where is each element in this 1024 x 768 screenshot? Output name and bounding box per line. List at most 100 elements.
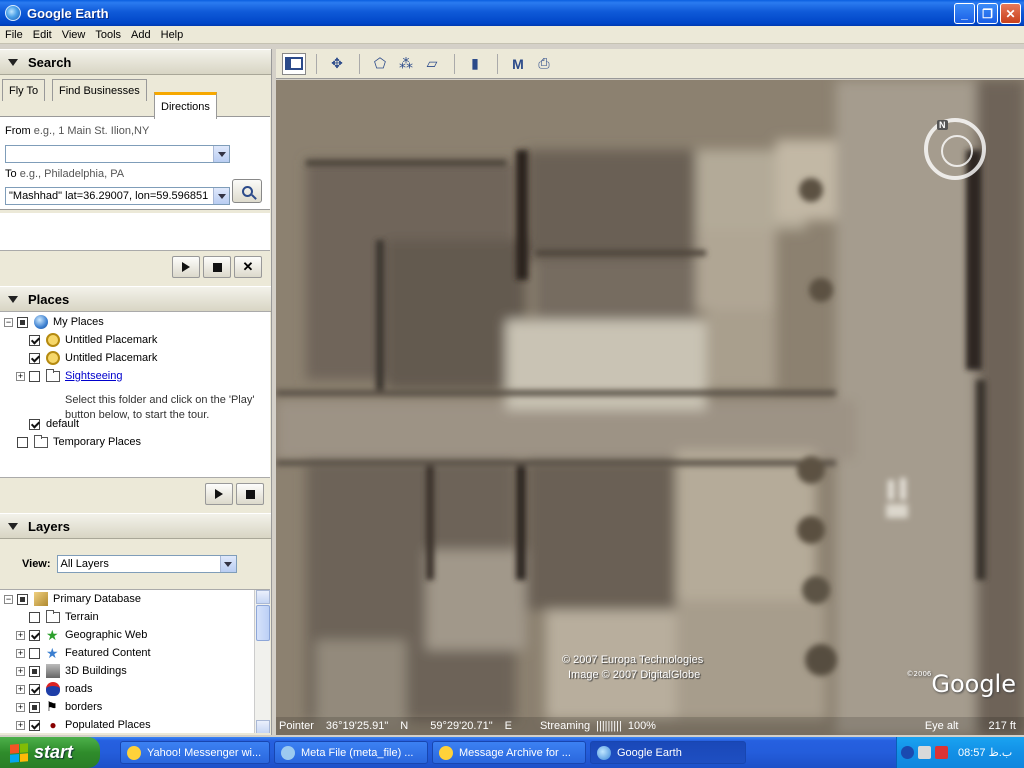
tree-label: Untitled Placemark <box>65 352 158 364</box>
from-dropdown-button[interactable] <box>213 146 229 162</box>
ruler-button[interactable]: ▮ <box>463 53 487 75</box>
scroll-up-arrow[interactable] <box>256 590 270 604</box>
print-button[interactable]: ⎙ <box>532 53 556 75</box>
tree-item-placemark-1[interactable]: Untitled Placemark <box>29 331 157 349</box>
navigation-compass[interactable]: N <box>924 118 986 180</box>
search-results[interactable] <box>0 213 270 251</box>
layer-terrain[interactable]: Terrain <box>29 608 99 626</box>
expand-icon[interactable]: + <box>16 371 25 381</box>
browser-icon <box>281 745 295 760</box>
to-label: To <box>5 168 17 180</box>
layer-geographic-web[interactable]: + ★ Geographic Web <box>16 626 147 644</box>
scroll-down-arrow[interactable] <box>256 720 270 733</box>
tree-item-my-places[interactable]: − My Places <box>4 313 104 331</box>
checkbox[interactable] <box>29 611 40 623</box>
search-panel-header[interactable]: Search <box>0 49 271 75</box>
path-icon: ⁂ <box>399 55 413 71</box>
to-input[interactable]: "Mashhad" lat=36.29007, lon=59.596851 <box>5 187 230 205</box>
minimize-button[interactable]: _ <box>954 3 975 24</box>
stop-tour-button[interactable] <box>236 483 264 505</box>
play-button[interactable] <box>172 256 200 278</box>
start-button[interactable]: start <box>0 737 100 768</box>
tray-antivirus-icon[interactable] <box>935 746 948 759</box>
checkbox[interactable] <box>17 436 28 448</box>
search-go-button[interactable] <box>232 179 262 203</box>
add-polygon-button[interactable]: ⬠ <box>368 53 392 75</box>
menu-tools[interactable]: Tools <box>90 29 126 41</box>
expand-icon[interactable]: + <box>16 630 25 640</box>
tray-network-icon[interactable] <box>918 746 931 759</box>
expand-icon[interactable]: + <box>16 666 25 676</box>
tray-arrow-icon[interactable] <box>901 746 914 759</box>
expand-icon[interactable]: + <box>16 684 25 694</box>
database-icon <box>34 592 48 606</box>
tab-directions[interactable]: Directions <box>154 92 217 119</box>
layer-borders[interactable]: + ⚑ borders <box>16 698 102 716</box>
expand-icon[interactable]: + <box>16 648 25 658</box>
close-button[interactable]: ✕ <box>1000 3 1021 24</box>
layer-featured-content[interactable]: + ★ Featured Content <box>16 644 151 662</box>
play-tour-button[interactable] <box>205 483 233 505</box>
stop-button[interactable] <box>203 256 231 278</box>
checkbox[interactable] <box>29 418 40 430</box>
layer-3d-buildings[interactable]: + 3D Buildings <box>16 662 127 680</box>
checkbox[interactable] <box>29 719 40 731</box>
menu-file[interactable]: File <box>0 29 28 41</box>
collapse-icon[interactable]: − <box>4 594 13 604</box>
menu-help[interactable]: Help <box>156 29 189 41</box>
task-google-earth[interactable]: Google Earth <box>590 741 746 764</box>
checkbox[interactable] <box>29 665 40 677</box>
places-panel-header[interactable]: Places <box>0 286 271 312</box>
maximize-button[interactable]: ❐ <box>977 3 998 24</box>
sidebar-toggle-button[interactable] <box>282 52 306 75</box>
menu-bar: File Edit View Tools Add Help <box>0 26 1024 44</box>
checkbox[interactable] <box>29 701 40 713</box>
tab-fly-to[interactable]: Fly To <box>2 79 46 101</box>
to-label-row: To e.g., Philadelphia, PA <box>5 168 124 180</box>
view-dropdown-button[interactable] <box>219 556 236 572</box>
sightseeing-link[interactable]: Sightseeing <box>65 370 123 382</box>
checkbox[interactable] <box>29 334 40 346</box>
clear-button[interactable]: ✕ <box>234 256 262 278</box>
add-placemark-button[interactable]: ✥ <box>325 53 349 75</box>
layer-roads[interactable]: + roads <box>16 680 93 698</box>
expand-icon[interactable]: + <box>16 702 25 712</box>
tree-item-temporary-places[interactable]: Temporary Places <box>17 433 141 451</box>
layer-populated-places[interactable]: + ● Populated Places <box>16 716 151 734</box>
tab-find-businesses[interactable]: Find Businesses <box>52 79 147 101</box>
layer-label: Populated Places <box>65 719 151 731</box>
star-icon: ★ <box>46 645 59 661</box>
add-overlay-button[interactable]: ▱ <box>420 53 444 75</box>
menu-view[interactable]: View <box>57 29 91 41</box>
expand-icon[interactable]: + <box>16 720 25 730</box>
checkbox[interactable] <box>29 683 40 695</box>
checkbox[interactable] <box>29 352 40 364</box>
task-meta-file[interactable]: Meta File (meta_file) ... <box>274 741 428 764</box>
satellite-imagery <box>276 80 1024 735</box>
checkbox[interactable] <box>17 316 28 328</box>
clock[interactable]: 08:57 ب.ظ <box>958 746 1012 759</box>
add-path-button[interactable]: ⁂ <box>394 53 418 75</box>
menu-edit[interactable]: Edit <box>28 29 57 41</box>
map-view[interactable]: N © 2007 Europa Technologies Image © 200… <box>276 80 1024 735</box>
tree-item-sightseeing[interactable]: + Sightseeing <box>16 367 123 385</box>
from-input[interactable] <box>5 145 230 163</box>
checkbox[interactable] <box>29 629 40 641</box>
layers-panel-header[interactable]: Layers <box>0 513 271 539</box>
email-button[interactable]: M <box>506 53 530 75</box>
tree-item-placemark-2[interactable]: Untitled Placemark <box>29 349 157 367</box>
task-message-archive[interactable]: Message Archive for ... <box>432 741 586 764</box>
layers-scrollbar[interactable] <box>254 590 270 733</box>
checkbox[interactable] <box>29 647 40 659</box>
to-dropdown-button[interactable] <box>213 188 229 204</box>
menu-add[interactable]: Add <box>126 29 156 41</box>
placemark-icon <box>46 333 60 347</box>
tree-item-default[interactable]: default <box>29 415 79 433</box>
view-select[interactable]: All Layers <box>56 555 237 573</box>
checkbox[interactable] <box>29 370 40 382</box>
layer-primary-database[interactable]: − Primary Database <box>4 590 141 608</box>
scroll-thumb[interactable] <box>256 605 270 641</box>
task-yahoo-messenger[interactable]: Yahoo! Messenger wi... <box>120 741 270 764</box>
collapse-icon[interactable]: − <box>4 317 13 327</box>
checkbox[interactable] <box>17 593 28 605</box>
